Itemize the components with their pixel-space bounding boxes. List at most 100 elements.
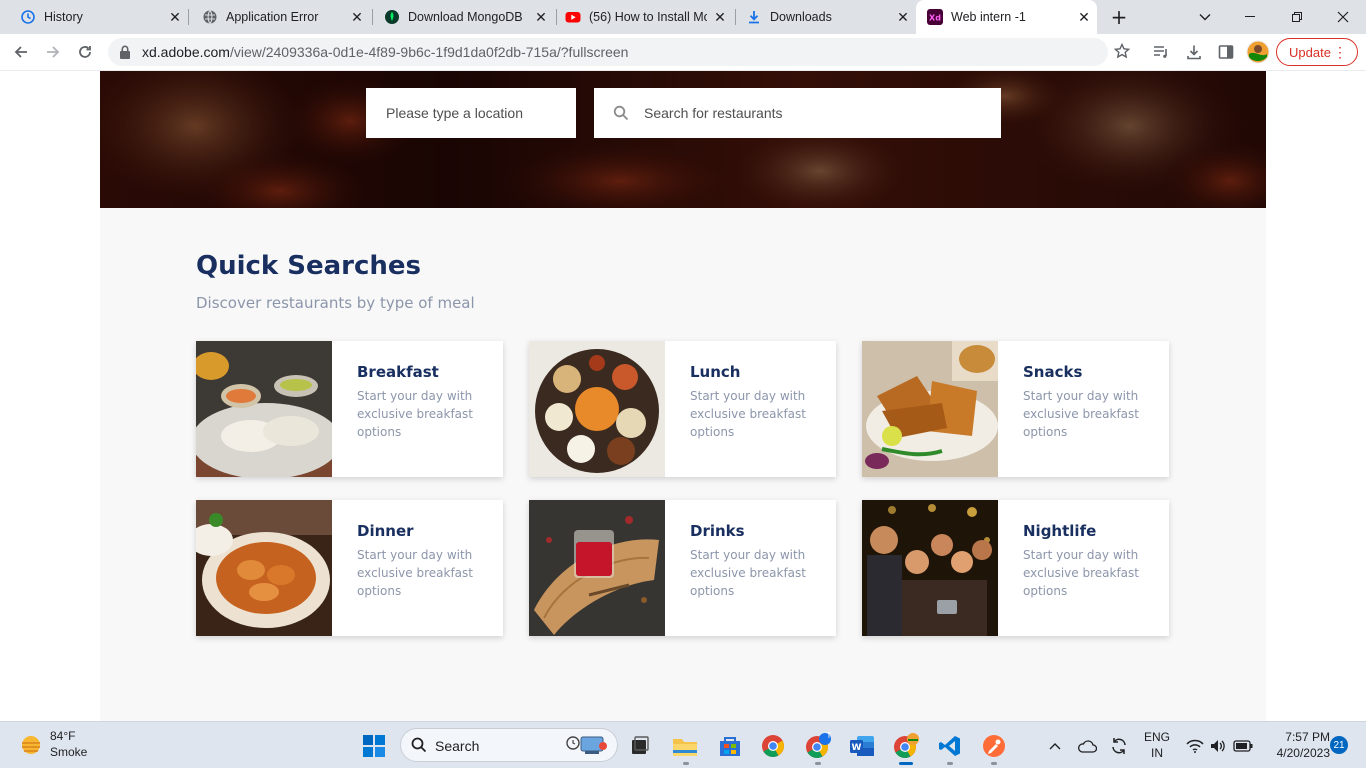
search-icon	[411, 737, 427, 757]
vscode-icon[interactable]	[935, 731, 965, 761]
restaurant-search-input[interactable]	[644, 88, 994, 138]
card-description: Start your day with exclusive breakfast …	[1023, 389, 1139, 439]
tab-youtube[interactable]: (56) How to Install Mo ✕	[545, 0, 733, 34]
more-options-icon[interactable]: ⋮	[1333, 43, 1347, 61]
update-button[interactable]: Update ⋮	[1276, 38, 1358, 66]
nightlife-image	[862, 500, 998, 636]
chrome-icon[interactable]	[758, 731, 788, 761]
dinner-image	[196, 500, 332, 636]
file-explorer-icon[interactable]	[670, 731, 700, 761]
forward-icon[interactable]	[40, 39, 66, 65]
clock-time[interactable]: 7:57 PM	[1262, 730, 1330, 744]
drinks-image	[529, 500, 665, 636]
card-title: Snacks	[1023, 363, 1083, 381]
notification-badge[interactable]: 21	[1330, 736, 1348, 754]
region-indicator[interactable]: IN	[1140, 746, 1174, 760]
lock-icon[interactable]	[118, 44, 132, 60]
download-icon	[746, 9, 762, 25]
youtube-icon	[565, 9, 581, 25]
location-input[interactable]	[366, 88, 576, 138]
url-host: xd.adobe.com	[142, 44, 230, 60]
restaurant-search-box[interactable]	[594, 88, 1001, 138]
tab-history[interactable]: History ✕	[0, 0, 188, 34]
lunch-image	[529, 341, 665, 477]
tab-search-dropdown-icon[interactable]	[1182, 0, 1228, 34]
running-indicator	[947, 762, 953, 765]
card-description: Start your day with exclusive breakfast …	[357, 548, 473, 598]
postman-icon[interactable]	[979, 731, 1009, 761]
snacks-image	[862, 341, 998, 477]
running-indicator	[815, 762, 821, 765]
windows-start-icon[interactable]	[359, 731, 389, 761]
search-highlight-icon	[563, 734, 609, 760]
meal-card-breakfast[interactable]: Breakfast Start your day with exclusive …	[196, 341, 503, 477]
tab-application-error[interactable]: Application Error ✕	[182, 0, 370, 34]
tab-downloads[interactable]: Downloads ✕	[726, 0, 916, 34]
reload-icon[interactable]	[72, 39, 98, 65]
url-text[interactable]: xd.adobe.com/view/2409336a-0d1e-4f89-9b6…	[142, 44, 628, 60]
svg-text:Xd: Xd	[929, 14, 941, 23]
battery-icon[interactable]	[1228, 731, 1258, 761]
card-description: Start your day with exclusive breakfast …	[1023, 548, 1139, 598]
close-tab-icon[interactable]: ✕	[894, 8, 912, 26]
search-icon	[613, 105, 629, 121]
windows-taskbar: 84°F Smoke Search T W ENG IN 7:57 PM 4/2…	[0, 721, 1366, 768]
quick-searches-section: Quick Searches Discover restaurants by t…	[100, 208, 1266, 721]
chrome-profile-icon[interactable]: T	[803, 731, 833, 761]
task-view-icon[interactable]	[625, 731, 655, 761]
active-indicator	[899, 762, 913, 765]
update-label: Update	[1289, 44, 1331, 60]
card-title: Dinner	[357, 522, 414, 540]
weather-temperature[interactable]: 84°F	[50, 729, 75, 743]
microsoft-word-icon[interactable]: W	[847, 731, 877, 761]
close-window-icon[interactable]	[1320, 0, 1366, 34]
url-path: /view/2409336a-0d1e-4f89-9b6c-1f9d1da0f2…	[229, 44, 629, 60]
running-indicator	[683, 762, 689, 765]
tab-download-mongodb[interactable]: Download MongoDB C ✕	[364, 0, 554, 34]
card-title: Drinks	[690, 522, 745, 540]
downloads-icon[interactable]	[1181, 39, 1207, 65]
profile-avatar-icon[interactable]	[1245, 39, 1271, 65]
tab-web-intern[interactable]: Xd Web intern -1 ✕	[916, 0, 1097, 34]
side-panel-icon[interactable]	[1213, 39, 1239, 65]
chrome-active-icon[interactable]	[891, 731, 921, 761]
tab-label: Downloads	[770, 10, 832, 24]
weather-icon[interactable]	[16, 730, 46, 760]
tab-label: (56) How to Install Mo	[589, 10, 707, 24]
tab-label: Download MongoDB C	[408, 10, 526, 24]
sync-icon[interactable]	[1104, 731, 1134, 761]
show-hidden-icons-chevron-up-icon[interactable]	[1040, 731, 1070, 761]
weather-description[interactable]: Smoke	[50, 745, 87, 759]
back-icon[interactable]	[8, 39, 34, 65]
meal-card-nightlife[interactable]: Nightlife Start your day with exclusive …	[862, 500, 1169, 636]
section-title: Quick Searches	[196, 251, 422, 281]
meal-card-lunch[interactable]: Lunch Start your day with exclusive brea…	[529, 341, 836, 477]
taskbar-search-box[interactable]: Search	[400, 728, 618, 762]
clock-date[interactable]: 4/20/2023	[1262, 746, 1330, 760]
meal-card-dinner[interactable]: Dinner Start your day with exclusive bre…	[196, 500, 503, 636]
taskbar-search-label: Search	[435, 738, 480, 754]
language-indicator[interactable]: ENG	[1140, 730, 1174, 744]
page-viewport: Quick Searches Discover restaurants by t…	[0, 71, 1366, 721]
meal-card-drinks[interactable]: Drinks Start your day with exclusive bre…	[529, 500, 836, 636]
tab-label: Application Error	[226, 10, 319, 24]
history-icon	[20, 9, 36, 25]
mongodb-icon	[384, 9, 400, 25]
meal-card-snacks[interactable]: Snacks Start your day with exclusive bre…	[862, 341, 1169, 477]
microsoft-store-icon[interactable]	[715, 731, 745, 761]
breakfast-image	[196, 341, 332, 477]
browser-tab-strip: History ✕ Application Error ✕ Download M…	[0, 0, 1366, 34]
restore-icon[interactable]	[1274, 0, 1320, 34]
new-tab-button[interactable]: +	[1108, 5, 1130, 29]
card-title: Nightlife	[1023, 522, 1097, 540]
bookmark-star-icon[interactable]	[1109, 38, 1135, 64]
svg-text:W: W	[852, 743, 862, 753]
reading-list-icon[interactable]	[1148, 39, 1174, 65]
onedrive-cloud-icon[interactable]	[1072, 731, 1102, 761]
close-tab-icon[interactable]: ✕	[1075, 8, 1093, 26]
tab-label: History	[44, 10, 83, 24]
section-subtitle: Discover restaurants by type of meal	[196, 294, 475, 312]
minimize-icon[interactable]	[1228, 0, 1274, 34]
card-description: Start your day with exclusive breakfast …	[690, 548, 806, 598]
adobe-xd-icon: Xd	[927, 9, 943, 25]
